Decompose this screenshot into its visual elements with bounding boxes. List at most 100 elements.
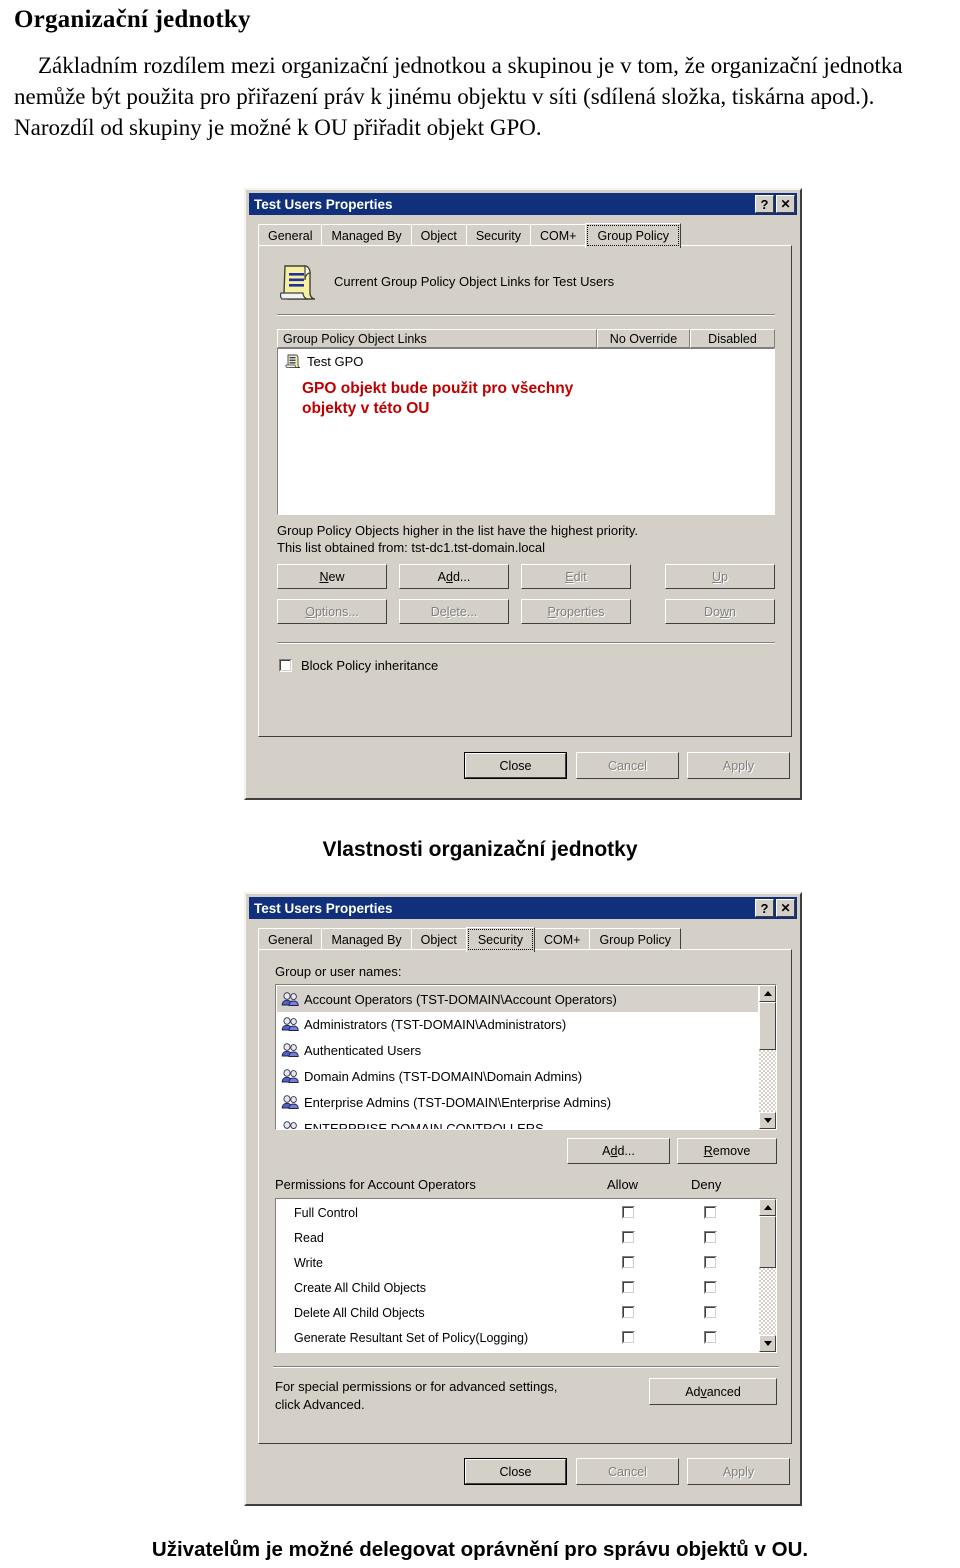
group-policy-properties-dialog: Test Users Properties ? ✕ General Manage… [244, 188, 802, 800]
tab-group-policy[interactable]: Group Policy [585, 223, 681, 248]
tab-managed-by[interactable]: Managed By [321, 928, 412, 950]
permission-name: Full Control [294, 1206, 358, 1221]
column-header-no-override[interactable]: No Override [597, 329, 690, 348]
close-icon[interactable]: ✕ [776, 899, 795, 917]
scroll-thumb[interactable] [759, 1002, 776, 1050]
deny-checkbox[interactable] [704, 1206, 717, 1219]
list-item[interactable]: Authenticated Users [277, 1037, 758, 1063]
tab-security[interactable]: Security [465, 927, 535, 952]
tab-security[interactable]: Security [465, 224, 531, 246]
column-header-disabled[interactable]: Disabled [690, 329, 775, 348]
deny-checkbox[interactable] [704, 1256, 717, 1269]
close-button[interactable]: Close [464, 1458, 567, 1485]
tab-com-plus[interactable]: COM+ [529, 224, 587, 246]
remove-button[interactable]: Remove [677, 1138, 777, 1164]
users-group-icon [281, 992, 299, 1006]
allow-checkbox[interactable] [622, 1231, 635, 1244]
delete-button[interactable]: De l ete... [399, 599, 509, 624]
options-button[interactable]: Options... [277, 599, 387, 624]
list-item[interactable]: Enterprise Admins (TST-DOMAIN\Enterprise… [277, 1089, 758, 1115]
permissions-scrollbar[interactable] [759, 1199, 776, 1352]
list-item[interactable]: Test GPO [280, 350, 363, 372]
group-or-user-names-label: Group or user names: [275, 964, 402, 979]
list-item[interactable]: Administrators (TST-DOMAIN\Administrator… [277, 1011, 758, 1037]
block-inheritance-checkbox[interactable] [279, 659, 292, 672]
scroll-down-button[interactable] [759, 1335, 776, 1352]
add-button[interactable]: Ad d... [399, 564, 509, 589]
help-icon[interactable]: ? [755, 899, 774, 917]
group-user-list[interactable]: Account Operators (TST-DOMAIN\Account Op… [275, 984, 777, 1130]
help-icon[interactable]: ? [755, 195, 774, 213]
close-button[interactable]: Close [464, 752, 567, 779]
list-item[interactable]: ENTERPRISE DOMAIN CONTROLLERS [277, 1115, 758, 1130]
tab-strip: General Managed By Object Security COM+ … [258, 222, 681, 248]
list-item[interactable]: Domain Admins (TST-DOMAIN\Domain Admins) [277, 1063, 758, 1089]
list-item-label: ENTERPRISE DOMAIN CONTROLLERS [304, 1120, 544, 1130]
scroll-up-button[interactable] [759, 985, 776, 1002]
add-button[interactable]: Ad d... [567, 1138, 670, 1164]
list-item[interactable]: Account Operators (TST-DOMAIN\Account Op… [277, 986, 758, 1012]
divider-2 [277, 642, 775, 644]
scroll-up-button[interactable] [759, 1199, 776, 1216]
allow-checkbox[interactable] [622, 1306, 635, 1319]
tab-com-plus[interactable]: COM+ [533, 928, 591, 950]
tab-group-policy[interactable]: Group Policy [589, 928, 681, 950]
deny-checkbox[interactable] [704, 1331, 717, 1344]
properties-button[interactable]: Properties [521, 599, 631, 624]
apply-button[interactable]: Apply [687, 1458, 790, 1485]
group-policy-header-text: Current Group Policy Object Links for Te… [334, 274, 615, 289]
cancel-button[interactable]: Cancel [576, 1458, 679, 1485]
tab-object[interactable]: Object [410, 928, 467, 950]
table-row[interactable]: Delete All Child Objects [276, 1301, 759, 1326]
tab-general[interactable]: General [258, 224, 323, 246]
scroll-down-button[interactable] [759, 1112, 776, 1129]
new-button[interactable]: New [277, 564, 387, 589]
window-title: Test Users Properties [254, 900, 393, 916]
security-tab-page: Group or user names: Account Operators (… [258, 949, 792, 1444]
scroll-thumb[interactable] [759, 1216, 776, 1268]
column-header-links[interactable]: Group Policy Object Links [277, 329, 597, 348]
block-inheritance-label[interactable]: Block Policy inheritance [301, 658, 438, 673]
cancel-button[interactable]: Cancel [576, 752, 679, 779]
allow-checkbox[interactable] [622, 1206, 635, 1219]
permissions-list[interactable]: Full Control Read Write Create All Child… [275, 1198, 777, 1353]
group-policy-scroll-icon [280, 265, 316, 300]
tab-object[interactable]: Object [410, 224, 467, 246]
permission-name: Read [294, 1231, 324, 1246]
priority-info-line-1: Group Policy Objects higher in the list … [277, 523, 639, 538]
scroll-track[interactable] [759, 1268, 776, 1335]
gpo-annotation-text: GPO objekt bude použit pro všechny objek… [302, 380, 574, 417]
apply-button[interactable]: Apply [687, 752, 790, 779]
scroll-track[interactable] [759, 1050, 776, 1112]
table-row[interactable]: Write [276, 1251, 759, 1276]
table-row[interactable]: Generate Resultant Set of Policy(Logging… [276, 1326, 759, 1351]
table-row[interactable]: Create All Child Objects [276, 1276, 759, 1301]
tab-general[interactable]: General [258, 928, 323, 950]
allow-checkbox[interactable] [622, 1331, 635, 1344]
deny-column-header: Deny [691, 1177, 722, 1192]
down-button[interactable]: Do w n [665, 599, 775, 624]
gpo-links-list[interactable]: Test GPO GPO objekt bude použit pro všec… [277, 348, 775, 515]
deny-checkbox[interactable] [704, 1306, 717, 1319]
users-group-icon [281, 1095, 299, 1109]
users-group-icon [281, 1017, 299, 1031]
list-item-label: Domain Admins (TST-DOMAIN\Domain Admins) [304, 1068, 583, 1084]
deny-checkbox[interactable] [704, 1281, 717, 1294]
group-list-scrollbar[interactable] [759, 985, 776, 1129]
tab-managed-by[interactable]: Managed By [321, 224, 412, 246]
advanced-button[interactable]: Ad v anced [649, 1378, 777, 1405]
divider [273, 1366, 779, 1368]
table-row[interactable]: Read [276, 1226, 759, 1251]
deny-checkbox[interactable] [704, 1231, 717, 1244]
allow-checkbox[interactable] [622, 1256, 635, 1269]
group-policy-tab-page: Current Group Policy Object Links for Te… [258, 245, 792, 737]
edit-button[interactable]: Edit [521, 564, 631, 589]
table-row[interactable]: Full Control [276, 1201, 759, 1226]
advanced-hint-line-2: click Advanced. [275, 1397, 365, 1412]
caption-delegation: Uživatelům je možné delegovat oprávnění … [151, 1538, 809, 1561]
close-icon[interactable]: ✕ [776, 195, 795, 213]
allow-checkbox[interactable] [622, 1281, 635, 1294]
permission-name: Create All Child Objects [294, 1281, 427, 1296]
up-button[interactable]: Up [665, 564, 775, 589]
caption-properties: Vlastnosti organizační jednotky [322, 838, 638, 861]
